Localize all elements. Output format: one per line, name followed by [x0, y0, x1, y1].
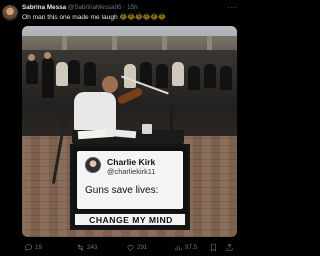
musician	[68, 60, 80, 84]
retweet-count: 243	[87, 243, 98, 251]
mug	[142, 124, 152, 134]
change-my-mind-sign: Charlie Kirk @charliekirk11 Guns save li…	[70, 144, 190, 230]
sign-handle: @charliekirk11	[107, 167, 156, 176]
tweet-actions: 19 243 291 97.5	[22, 241, 237, 253]
like-count: 291	[137, 243, 148, 251]
musician	[188, 66, 200, 90]
sign-avatar	[85, 157, 101, 173]
bookmark-icon	[210, 243, 217, 251]
views-count: 97.5	[185, 243, 198, 251]
musician	[156, 64, 168, 88]
violinist-head	[102, 76, 118, 93]
conductor	[42, 58, 54, 98]
musician	[84, 62, 96, 86]
sign-banner: CHANGE MY MIND	[74, 213, 186, 226]
author-handle[interactable]: @SabrinaMessa95	[68, 4, 122, 11]
share-icon	[226, 243, 233, 251]
violinist-body	[74, 92, 116, 132]
musician	[204, 64, 216, 88]
like-button[interactable]: 291	[126, 241, 147, 253]
sign-name: Charlie Kirk	[107, 157, 156, 167]
conductor-head	[44, 52, 51, 59]
tweet-media-image[interactable]: Charlie Kirk @charliekirk11 Guns save li…	[22, 26, 237, 237]
heart-icon	[127, 244, 134, 251]
reply-button[interactable]: 19	[24, 241, 42, 253]
timestamp[interactable]: 15h	[127, 4, 138, 11]
tweet-text-content: Oh man this one made me laugh	[22, 14, 118, 21]
sign-tweet-card: Charlie Kirk @charliekirk11 Guns save li…	[77, 151, 183, 209]
views-button[interactable]: 97.5	[174, 241, 197, 253]
musician	[172, 62, 184, 86]
share-button[interactable]	[225, 241, 234, 253]
retweet-icon	[77, 243, 84, 251]
tweet-text: Oh man this one made me laugh 😂😂😂😂😂😂	[22, 14, 166, 22]
tweet[interactable]: Sabrina Messa @SabrinaMessa95 · 15h ··· …	[0, 0, 243, 256]
reply-icon	[25, 243, 32, 251]
separator: ·	[123, 4, 126, 11]
views-icon	[175, 244, 182, 250]
musician	[56, 62, 68, 86]
musician	[26, 60, 38, 84]
tweet-header: Sabrina Messa @SabrinaMessa95 · 15h	[22, 4, 138, 12]
musician	[220, 66, 232, 90]
reply-count: 19	[35, 243, 42, 251]
sign-banner-text: CHANGE MY MIND	[89, 215, 173, 225]
more-options-icon[interactable]: ···	[228, 3, 238, 12]
retweet-button[interactable]: 243	[76, 241, 97, 253]
sign-message: Guns save lives:	[85, 185, 159, 196]
bookmark-button[interactable]	[209, 241, 218, 253]
author-name[interactable]: Sabrina Messa	[22, 4, 66, 11]
laughing-emoji: 😂😂😂😂😂😂	[119, 14, 166, 21]
musician-head	[28, 54, 35, 61]
avatar[interactable]	[2, 5, 18, 21]
